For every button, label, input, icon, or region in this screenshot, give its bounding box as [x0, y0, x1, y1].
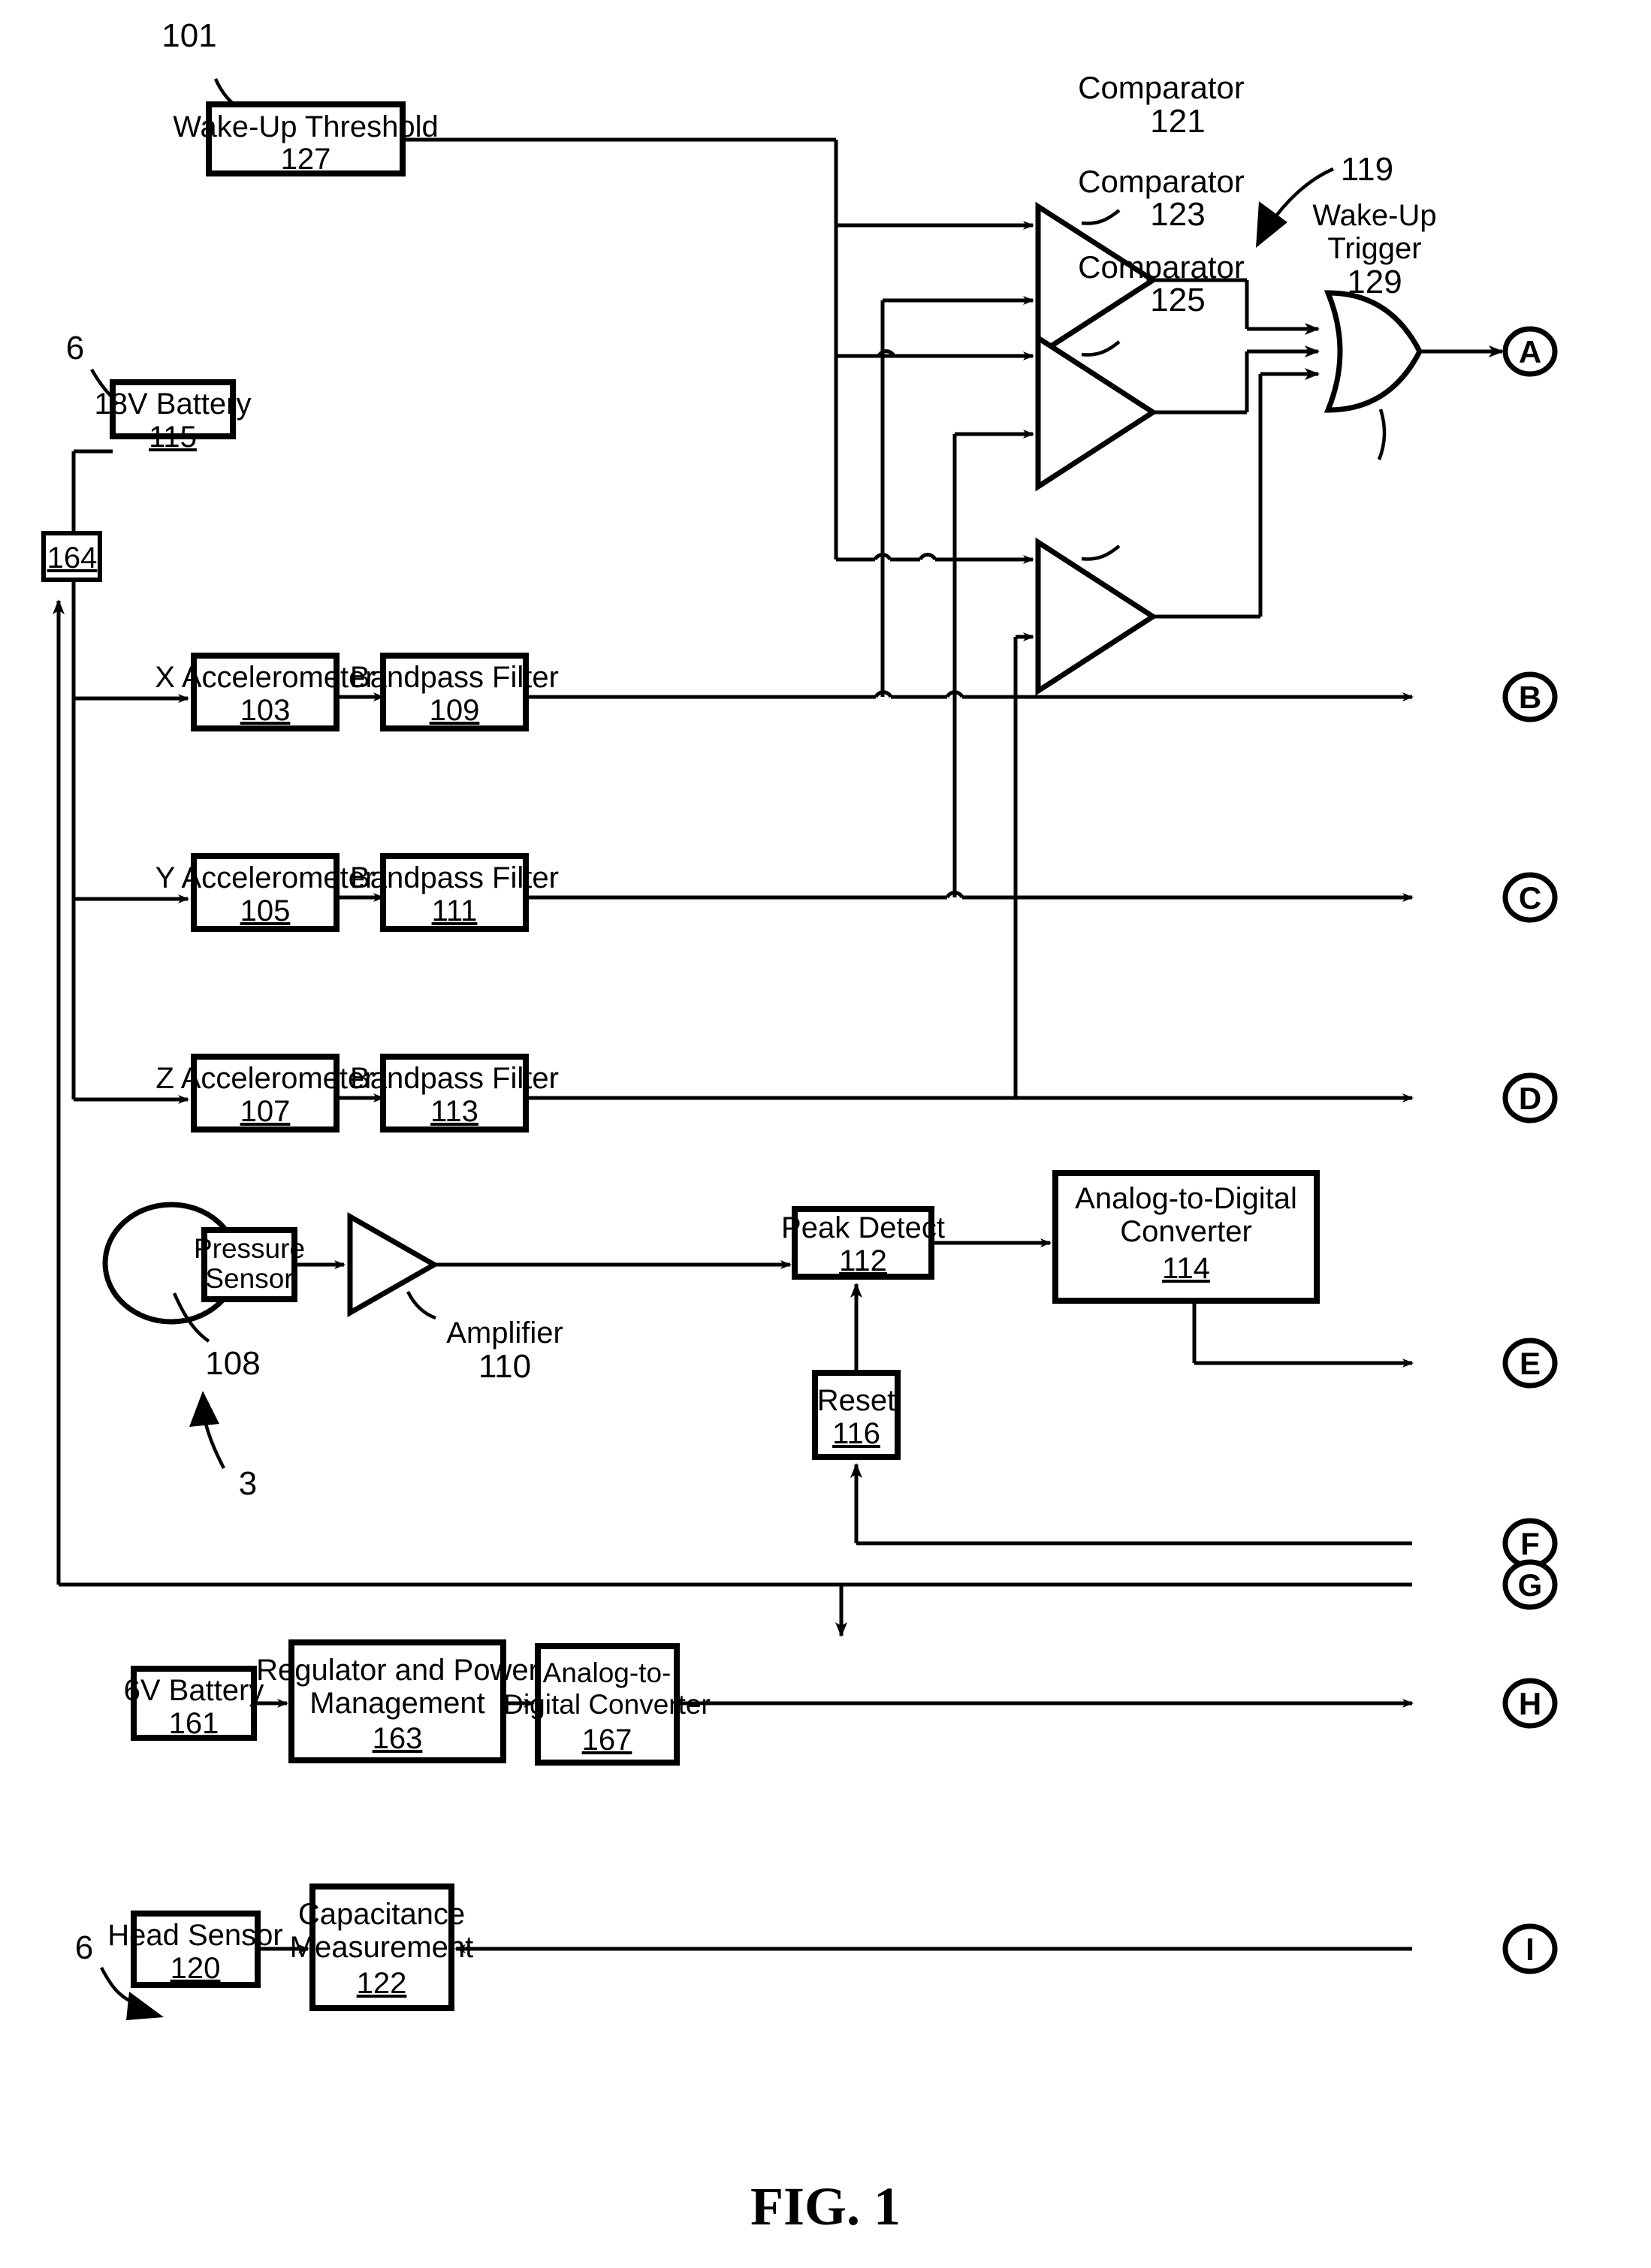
terminal-H: [1502, 1678, 1558, 1729]
comparator-output-wires: [1153, 278, 1320, 619]
adc-167-block: [535, 1643, 680, 1766]
terminal-G: [1502, 1559, 1558, 1610]
head-sensor-block: [131, 1911, 261, 1988]
reset-116-input-wire: [850, 1463, 1412, 1546]
pressure-sensor-block: [201, 1227, 297, 1302]
comparator-121-shape: [1035, 201, 1158, 360]
battery-18v-wires: [71, 449, 113, 533]
bandpass-109-block: [380, 653, 529, 731]
node-164-block: [41, 531, 102, 582]
terminal-F: [1502, 1518, 1558, 1569]
terminal-E: [1502, 1338, 1558, 1389]
comparator-125-shape: [1035, 537, 1158, 696]
or-gate-129: [1324, 290, 1504, 460]
y-accelerometer-block: [191, 853, 340, 932]
threshold-distribution-wires: [403, 137, 1034, 564]
ref-119-leader: [1256, 167, 1334, 248]
adc-114-output-wire: [1192, 1301, 1414, 1368]
bandpass-113-block: [380, 1054, 529, 1132]
battery-6v-block: [131, 1666, 257, 1741]
block-diagram-canvas: [41, 78, 1558, 2020]
x-accelerometer-block: [191, 653, 340, 731]
capacitance-measurement-block: [309, 1883, 454, 2011]
battery-18v-block: [110, 379, 236, 439]
terminal-D: [1502, 1072, 1558, 1123]
terminal-C: [1502, 872, 1558, 923]
z-accelerometer-block: [191, 1054, 340, 1132]
regulator-block: [288, 1639, 506, 1763]
reset-116-block: [812, 1370, 901, 1460]
adc-114-block: [1052, 1170, 1320, 1304]
peak-detect-block: [792, 1206, 934, 1280]
terminal-I: [1502, 1923, 1558, 1974]
patent-figure-page: 101 6 6 119 3 Wake-Up Threshold 127 18V …: [0, 0, 1651, 2268]
terminal-B: [1502, 671, 1558, 722]
terminal-A: [1502, 326, 1558, 377]
wake-up-threshold-block: [206, 101, 406, 176]
comparator-123-shape: [1035, 333, 1158, 492]
amplifier-110-shape: [347, 1211, 440, 1320]
bandpass-111-block: [380, 853, 529, 932]
ref-3-leader: [189, 1391, 225, 1470]
